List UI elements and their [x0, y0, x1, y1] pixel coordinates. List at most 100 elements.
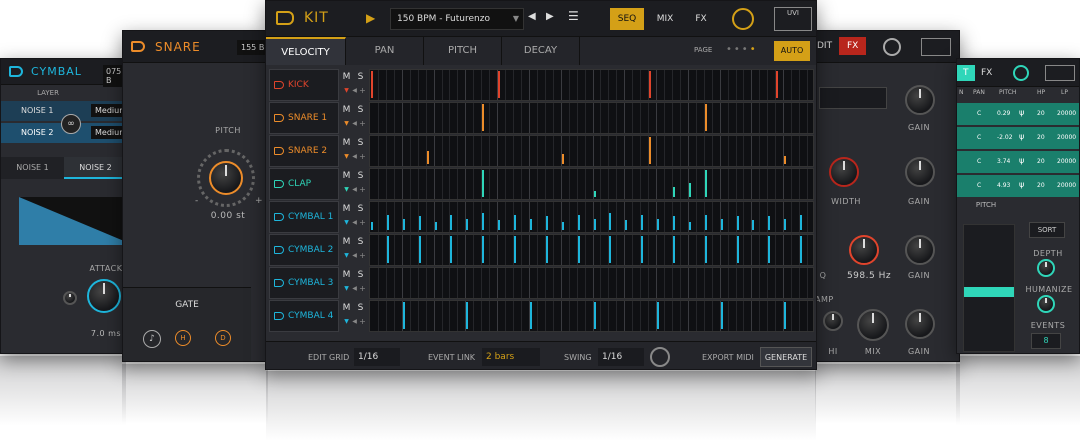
step-velocity-bar[interactable] [720, 302, 723, 329]
pitch-slider-track[interactable] [963, 224, 1015, 352]
step-velocity-bar[interactable] [402, 302, 405, 329]
track-name[interactable]: KICK [269, 69, 339, 101]
step-velocity-bar[interactable] [514, 236, 517, 263]
solo-button[interactable]: S [354, 270, 367, 280]
lp-value[interactable]: 20000 [1057, 182, 1076, 189]
seq-button[interactable]: SEQ [610, 8, 644, 30]
freq-knob[interactable] [849, 235, 879, 265]
step-velocity-bar[interactable] [529, 302, 532, 329]
step-velocity-bar[interactable] [609, 213, 612, 230]
solo-button[interactable]: S [354, 138, 367, 148]
lp-value[interactable]: 20000 [1057, 110, 1076, 117]
power-icon[interactable] [883, 38, 901, 56]
pan-value[interactable]: C [977, 182, 981, 189]
power-icon[interactable] [732, 8, 754, 30]
plus-icon[interactable]: + [356, 152, 369, 161]
step-velocity-bar[interactable] [386, 215, 389, 230]
pitch-value[interactable]: 0.29 [997, 110, 1010, 117]
step-velocity-bar[interactable] [672, 216, 675, 230]
step-grid[interactable] [369, 102, 814, 134]
step-velocity-bar[interactable] [649, 71, 652, 98]
hp-value[interactable]: 20 [1037, 134, 1045, 141]
plus-icon[interactable]: + [356, 317, 369, 326]
hp-value[interactable]: 20 [1037, 110, 1045, 117]
tab-fx[interactable]: FX [981, 68, 992, 78]
hp-value[interactable]: 20 [1037, 158, 1045, 165]
auto-button[interactable]: AUTO [774, 41, 810, 61]
depth-knob[interactable] [1037, 259, 1055, 277]
track-name[interactable]: CYMBAL 1 [269, 201, 339, 233]
tab-pitch[interactable]: PITCH [424, 37, 502, 65]
step-velocity-bar[interactable] [688, 183, 691, 197]
step-velocity-bar[interactable] [688, 222, 691, 230]
step-velocity-bar[interactable] [482, 170, 485, 197]
export-midi-button[interactable]: EXPORT MIDI [702, 353, 754, 362]
step-velocity-bar[interactable] [768, 216, 771, 230]
step-velocity-bar[interactable] [482, 213, 485, 230]
menu-icon[interactable]: ☰ [568, 9, 579, 23]
d-button[interactable]: D [215, 330, 231, 346]
preset-selector[interactable]: 150 BPM - Futurenzo ▼ [390, 8, 524, 30]
step-velocity-bar[interactable] [720, 219, 723, 230]
step-velocity-bar[interactable] [466, 219, 469, 230]
step-velocity-bar[interactable] [704, 170, 707, 197]
mute-button[interactable]: M [340, 204, 353, 214]
pitch-value[interactable]: -2.02 [997, 134, 1013, 141]
step-velocity-bar[interactable] [752, 220, 755, 230]
mute-button[interactable]: M [340, 138, 353, 148]
track-name[interactable]: SNARE 1 [269, 102, 339, 134]
link-icon[interactable]: ∞ [61, 114, 81, 134]
track-name[interactable]: CYMBAL 4 [269, 300, 339, 332]
track-name[interactable]: SNARE 2 [269, 135, 339, 167]
events-value[interactable]: 8 [1031, 333, 1061, 349]
step-velocity-bar[interactable] [529, 219, 532, 230]
pan-value[interactable]: C [977, 158, 981, 165]
snare-bpm[interactable]: 155 B [237, 40, 267, 55]
step-velocity-bar[interactable] [577, 215, 580, 230]
step-grid[interactable] [369, 300, 814, 332]
play-icon[interactable]: ▶ [366, 11, 375, 25]
step-velocity-bar[interactable] [593, 302, 596, 329]
lp-value[interactable]: 20000 [1057, 134, 1076, 141]
pitch-value[interactable]: 3.74 [997, 158, 1010, 165]
pitch-knob[interactable] [209, 161, 243, 195]
gain-knob-3[interactable] [905, 235, 935, 265]
swing-knob[interactable] [650, 347, 670, 367]
prev-preset-icon[interactable]: ◀ [528, 11, 536, 22]
step-grid[interactable] [369, 201, 814, 233]
solo-button[interactable]: S [354, 204, 367, 214]
step-velocity-bar[interactable] [371, 71, 373, 98]
plus-icon[interactable]: + [356, 119, 369, 128]
mute-button[interactable]: M [340, 237, 353, 247]
width-knob[interactable] [829, 157, 859, 187]
plus-icon[interactable]: + [356, 284, 369, 293]
humanize-knob[interactable] [1037, 295, 1055, 313]
tab-t[interactable]: T [957, 65, 975, 81]
solo-button[interactable]: S [354, 237, 367, 247]
step-velocity-bar[interactable] [561, 154, 564, 164]
noise-tab-1[interactable]: NOISE 1 [1, 157, 64, 179]
step-velocity-bar[interactable] [482, 236, 485, 263]
tab-pan[interactable]: PAN [346, 37, 424, 65]
step-velocity-bar[interactable] [514, 215, 517, 230]
step-velocity-bar[interactable] [736, 236, 739, 263]
track-name[interactable]: CYMBAL 3 [269, 267, 339, 299]
gain-knob-1[interactable] [905, 85, 935, 115]
step-velocity-bar[interactable] [649, 137, 652, 164]
plus-icon[interactable]: + [356, 218, 369, 227]
step-velocity-bar[interactable] [434, 222, 437, 230]
mute-button[interactable]: M [340, 270, 353, 280]
step-velocity-bar[interactable] [577, 236, 580, 263]
step-grid[interactable] [369, 168, 814, 200]
step-velocity-bar[interactable] [641, 236, 644, 263]
mix-button[interactable]: MIX [648, 8, 682, 30]
mute-button[interactable]: M [340, 105, 353, 115]
event-link-select[interactable]: 2 bars [482, 348, 540, 366]
power-icon[interactable] [1013, 65, 1029, 81]
step-velocity-bar[interactable] [704, 215, 707, 230]
step-velocity-bar[interactable] [657, 302, 660, 329]
pan-value[interactable]: C [977, 134, 981, 141]
step-velocity-bar[interactable] [545, 236, 548, 263]
mix-row[interactable]: C 3.74 ψ 20 20000 [957, 151, 1079, 173]
step-velocity-bar[interactable] [466, 302, 469, 329]
